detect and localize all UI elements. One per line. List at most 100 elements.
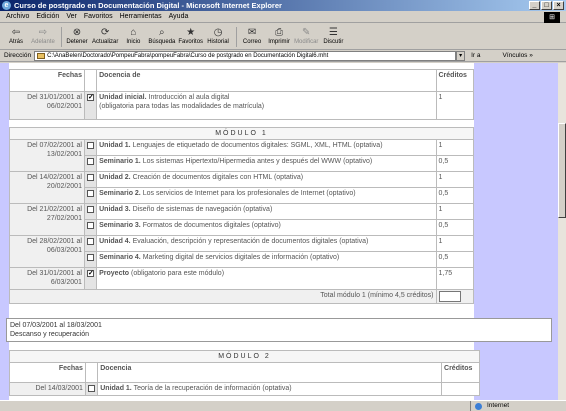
toolbar-history-button[interactable]: ◷ Historial	[206, 24, 230, 49]
modulo2-title: MÓDULO 2	[9, 350, 480, 363]
page-icon	[37, 52, 46, 59]
m2-header-fechas: Fechas	[9, 362, 86, 383]
toolbar-search-button[interactable]: ⌕ Búsqueda	[148, 24, 175, 49]
row-date: Del 14/02/2001 al 20/02/2001	[9, 171, 85, 204]
toolbar-label: Historial	[207, 39, 229, 45]
toolbar-label: Inicio	[126, 39, 141, 45]
checkbox[interactable]	[86, 206, 94, 213]
total-credits-input[interactable]	[438, 291, 461, 302]
table-row: Del 28/02/2001 al 06/03/2001 Unidad 4. Ev…	[9, 235, 474, 268]
close-button[interactable]: ×	[553, 1, 564, 10]
scrollbar-thumb[interactable]	[558, 123, 566, 218]
address-input[interactable]: C:\AnaBelen\Doctorado\PompeuFabra\pompeu…	[34, 50, 457, 61]
row-date: Del 07/02/2001 al 13/02/2001	[9, 139, 85, 172]
m2-header-creditos: Créditos	[441, 362, 480, 383]
toolbar-mail-button[interactable]: ✉ Correo	[240, 24, 264, 49]
search-icon: ⌕	[159, 26, 165, 38]
checkbox[interactable]	[86, 93, 94, 102]
toolbar-label: Adelante	[31, 39, 55, 45]
favorites-icon: ★	[186, 26, 196, 38]
toolbar-separator	[61, 27, 62, 47]
checkbox[interactable]	[86, 238, 94, 245]
home-icon: ⌂	[130, 26, 137, 38]
row-date: Del 28/02/2001 al 06/03/2001	[9, 235, 85, 268]
checkbox[interactable]	[86, 190, 94, 197]
unit-text: Evaluación, descripción y representación…	[130, 238, 369, 245]
menu-herramientas[interactable]: Herramientas	[120, 13, 162, 20]
header-creditos: Créditos	[435, 69, 474, 92]
header-docencia: Docencia de	[96, 69, 437, 92]
m2-header-check	[84, 362, 99, 383]
menu-bar: Archivo Edición Ver Favoritos Herramient…	[0, 11, 566, 23]
row-description: Unidad 2. Creación de documentos digital…	[96, 171, 437, 188]
row-check-cell	[83, 155, 98, 172]
m2-row-credit	[441, 382, 480, 396]
row-description: Unidad 1. Lenguajes de etiquetado de doc…	[96, 139, 437, 156]
unit-text: Diseño de sistemas de navegación (optati…	[130, 206, 273, 213]
checkbox[interactable]	[87, 385, 95, 392]
checkbox[interactable]	[86, 269, 94, 278]
back-arrow-icon: ⇦	[11, 26, 21, 38]
row-description: Unidad inicial. Introducción al aula dig…	[96, 91, 437, 120]
toolbar-forward-arrow-button[interactable]: ⇨ Adelante	[31, 24, 55, 49]
row-credit: 1	[435, 203, 474, 220]
standard-toolbar: ⇦ Atrás ⇨ Adelante ⊗ Detener ⟳ Actualizar ⌂ Inici…	[0, 24, 566, 50]
menu-archivo[interactable]: Archivo	[6, 13, 29, 20]
toolbar-favorites-button[interactable]: ★ Favoritos	[178, 24, 203, 49]
row-check-cell	[83, 91, 98, 120]
address-dropdown-button[interactable]: ▾	[456, 50, 466, 61]
row-date: Del 31/01/2001 al 6/03/2001	[9, 267, 85, 290]
row-check-cell	[83, 219, 98, 236]
unit-text: Formatos de documentos digitales (optati…	[140, 222, 281, 229]
toolbar-label: Discutir	[323, 39, 344, 45]
vertical-scrollbar[interactable]	[558, 63, 566, 400]
page-content: Fechas Docencia de Créditos Del 31/01/20…	[0, 63, 558, 400]
unit-text: Creación de documentos digitales con HTM…	[130, 174, 304, 181]
modulo1-table: MÓDULO 1 Del 07/02/2001 al 13/02/2001 Uni…	[9, 127, 474, 304]
checkbox[interactable]	[86, 222, 94, 229]
menu-ayuda[interactable]: Ayuda	[169, 13, 189, 20]
menu-edicion[interactable]: Edición	[36, 13, 59, 20]
links-button[interactable]: Vínculos »	[503, 52, 533, 59]
toolbar-edit-button[interactable]: ✎ Modificar	[294, 24, 318, 49]
go-button[interactable]: Ir a	[471, 52, 480, 59]
checkbox[interactable]	[86, 158, 94, 165]
descanso-box: Del 07/03/2001 al 18/03/2001 Descanso y …	[6, 318, 552, 342]
toolbar-back-arrow-button[interactable]: ⇦ Atrás	[4, 24, 28, 49]
toolbar-refresh-button[interactable]: ⟳ Actualizar	[92, 24, 118, 49]
checkbox[interactable]	[86, 174, 94, 181]
unit-title: Unidad 2.	[99, 174, 131, 181]
right-margin-band	[474, 63, 558, 400]
row-credit: 0,5	[435, 155, 474, 172]
checkbox[interactable]	[86, 254, 94, 261]
row-check-cell	[83, 235, 98, 252]
toolbar-print-button[interactable]: ⎙ Imprimir	[267, 24, 291, 49]
toolbar-home-button[interactable]: ⌂ Inicio	[121, 24, 145, 49]
maximize-button[interactable]: □	[541, 1, 552, 10]
menu-favoritos[interactable]: Favoritos	[84, 13, 113, 20]
menu-ver[interactable]: Ver	[66, 13, 77, 20]
row-credit: 0,5	[435, 251, 474, 268]
unit-title: Seminario 3.	[99, 222, 141, 229]
toolbar-label: Búsqueda	[148, 39, 176, 45]
row-credit: 1	[435, 171, 474, 188]
unit-title: Proyecto	[99, 270, 130, 277]
unit-text: Los servicios de Internet para los profe…	[140, 190, 356, 197]
checkbox[interactable]	[86, 142, 94, 149]
m2-row-date: Del 14/03/2001	[9, 382, 86, 396]
unit-title: Unidad 1.	[99, 142, 131, 149]
stop-icon: ⊗	[72, 26, 82, 38]
toolbar-discuss-button[interactable]: ☰ Discutir	[321, 24, 345, 49]
row-credit: 0,5	[435, 187, 474, 204]
toolbar-label: Imprimir	[268, 39, 290, 45]
toolbar-stop-button[interactable]: ⊗ Detener	[65, 24, 89, 49]
row-description: Seminario 2. Los servicios de Internet p…	[96, 187, 437, 204]
discuss-icon: ☰	[328, 26, 338, 38]
minimize-button[interactable]: _	[529, 1, 540, 10]
unit-title: Seminario 2.	[99, 190, 141, 197]
row-check-cell	[83, 187, 98, 204]
status-text	[0, 401, 471, 411]
unit-text: Teoría de la recuperación de información…	[131, 385, 292, 392]
zone-label: Internet	[487, 402, 510, 409]
row-check-cell	[83, 171, 98, 188]
